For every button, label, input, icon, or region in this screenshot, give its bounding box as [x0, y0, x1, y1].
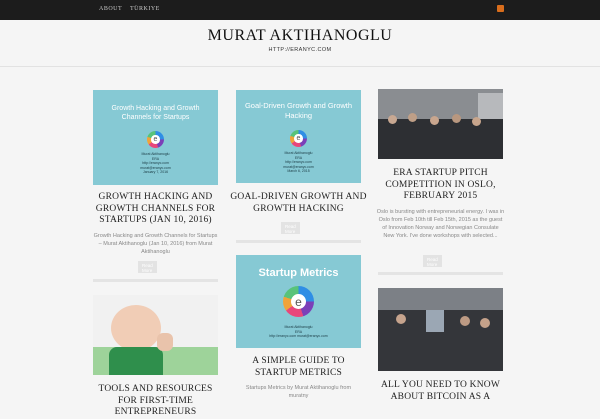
post-title[interactable]: ERA STARTUP PITCH COMPETITION IN OSLO, F… [374, 168, 507, 203]
post-title[interactable]: TOOLS AND RESOURCES FOR FIRST-TIME ENTRE… [93, 384, 218, 419]
person-head [472, 117, 481, 126]
site-url[interactable]: HTTP://ERANYC.COM [0, 47, 600, 53]
post-thumbnail[interactable]: Growth Hacking and Growth Channels for S… [93, 90, 218, 185]
era-logo-icon: e [283, 286, 314, 317]
crowd [378, 119, 503, 159]
nav-turkiye[interactable]: TÜRKIYE [130, 6, 160, 12]
person-head [480, 318, 490, 328]
post-thumbnail[interactable] [378, 89, 503, 159]
post-thumbnail[interactable]: Startup Metrics e Murat Aktihanoglu ERA … [236, 255, 361, 348]
post-thumbnail[interactable] [93, 295, 218, 375]
rss-icon[interactable] [497, 5, 504, 12]
post-excerpt: Startups Metrics by Murat Aktihanoglu fr… [245, 385, 352, 399]
slide-title: Growth Hacking and Growth Channels for S… [111, 105, 200, 121]
post-title[interactable]: GOAL-DRIVEN GROWTH AND GROWTH HACKING [230, 192, 367, 215]
baby-fist [157, 333, 173, 351]
top-nav-bar: ABOUT TÜRKIYE [0, 0, 600, 20]
post-thumbnail[interactable] [378, 288, 503, 371]
nav-about[interactable]: ABOUT [99, 6, 122, 12]
slide-title: Goal-Driven Growth and Growth Hacking [244, 101, 353, 120]
post-thumbnail[interactable]: Goal-Driven Growth and Growth Hacking e … [236, 90, 361, 183]
slide-meta: Murat Aktihanoglu ERA http://eranyc.com … [269, 325, 328, 339]
slide-meta: Murat Aktihanoglu ERA http://eranyc.com … [140, 152, 171, 175]
site-title[interactable]: MURAT AKTIHANOGLU [0, 27, 600, 45]
person-head [408, 113, 417, 122]
slide-title: Startup Metrics [258, 267, 339, 279]
baby-shirt [109, 347, 163, 375]
read-more-button[interactable]: Read More [423, 255, 442, 267]
era-logo-icon: e [147, 131, 164, 148]
card-divider [236, 240, 361, 243]
post-excerpt: Oslo is bursting with entrepreneurial en… [376, 209, 505, 239]
baby-face [111, 305, 161, 351]
ceiling [378, 288, 503, 310]
person-head [452, 114, 461, 123]
post-excerpt: Growth Hacking and Growth Channels for S… [93, 233, 218, 255]
post-title[interactable]: A SIMPLE GUIDE TO STARTUP METRICS [230, 356, 367, 379]
person-head [396, 314, 406, 324]
person-head [460, 316, 470, 326]
card-divider [93, 279, 218, 282]
read-more-button[interactable]: Read More [281, 222, 300, 234]
atm-screen [426, 310, 444, 332]
post-title[interactable]: GROWTH HACKING AND GROWTH CHANNELS FOR S… [93, 192, 218, 227]
card-divider [378, 272, 503, 275]
site-header: MURAT AKTIHANOGLU HTTP://ERANYC.COM [0, 20, 600, 67]
read-more-button[interactable]: Read More [138, 261, 157, 273]
era-logo-icon: e [290, 130, 307, 147]
person-head [388, 115, 397, 124]
person-head [430, 116, 439, 125]
slide-meta: Murat Aktihanoglu ERA http://eranyc.com … [283, 151, 314, 174]
